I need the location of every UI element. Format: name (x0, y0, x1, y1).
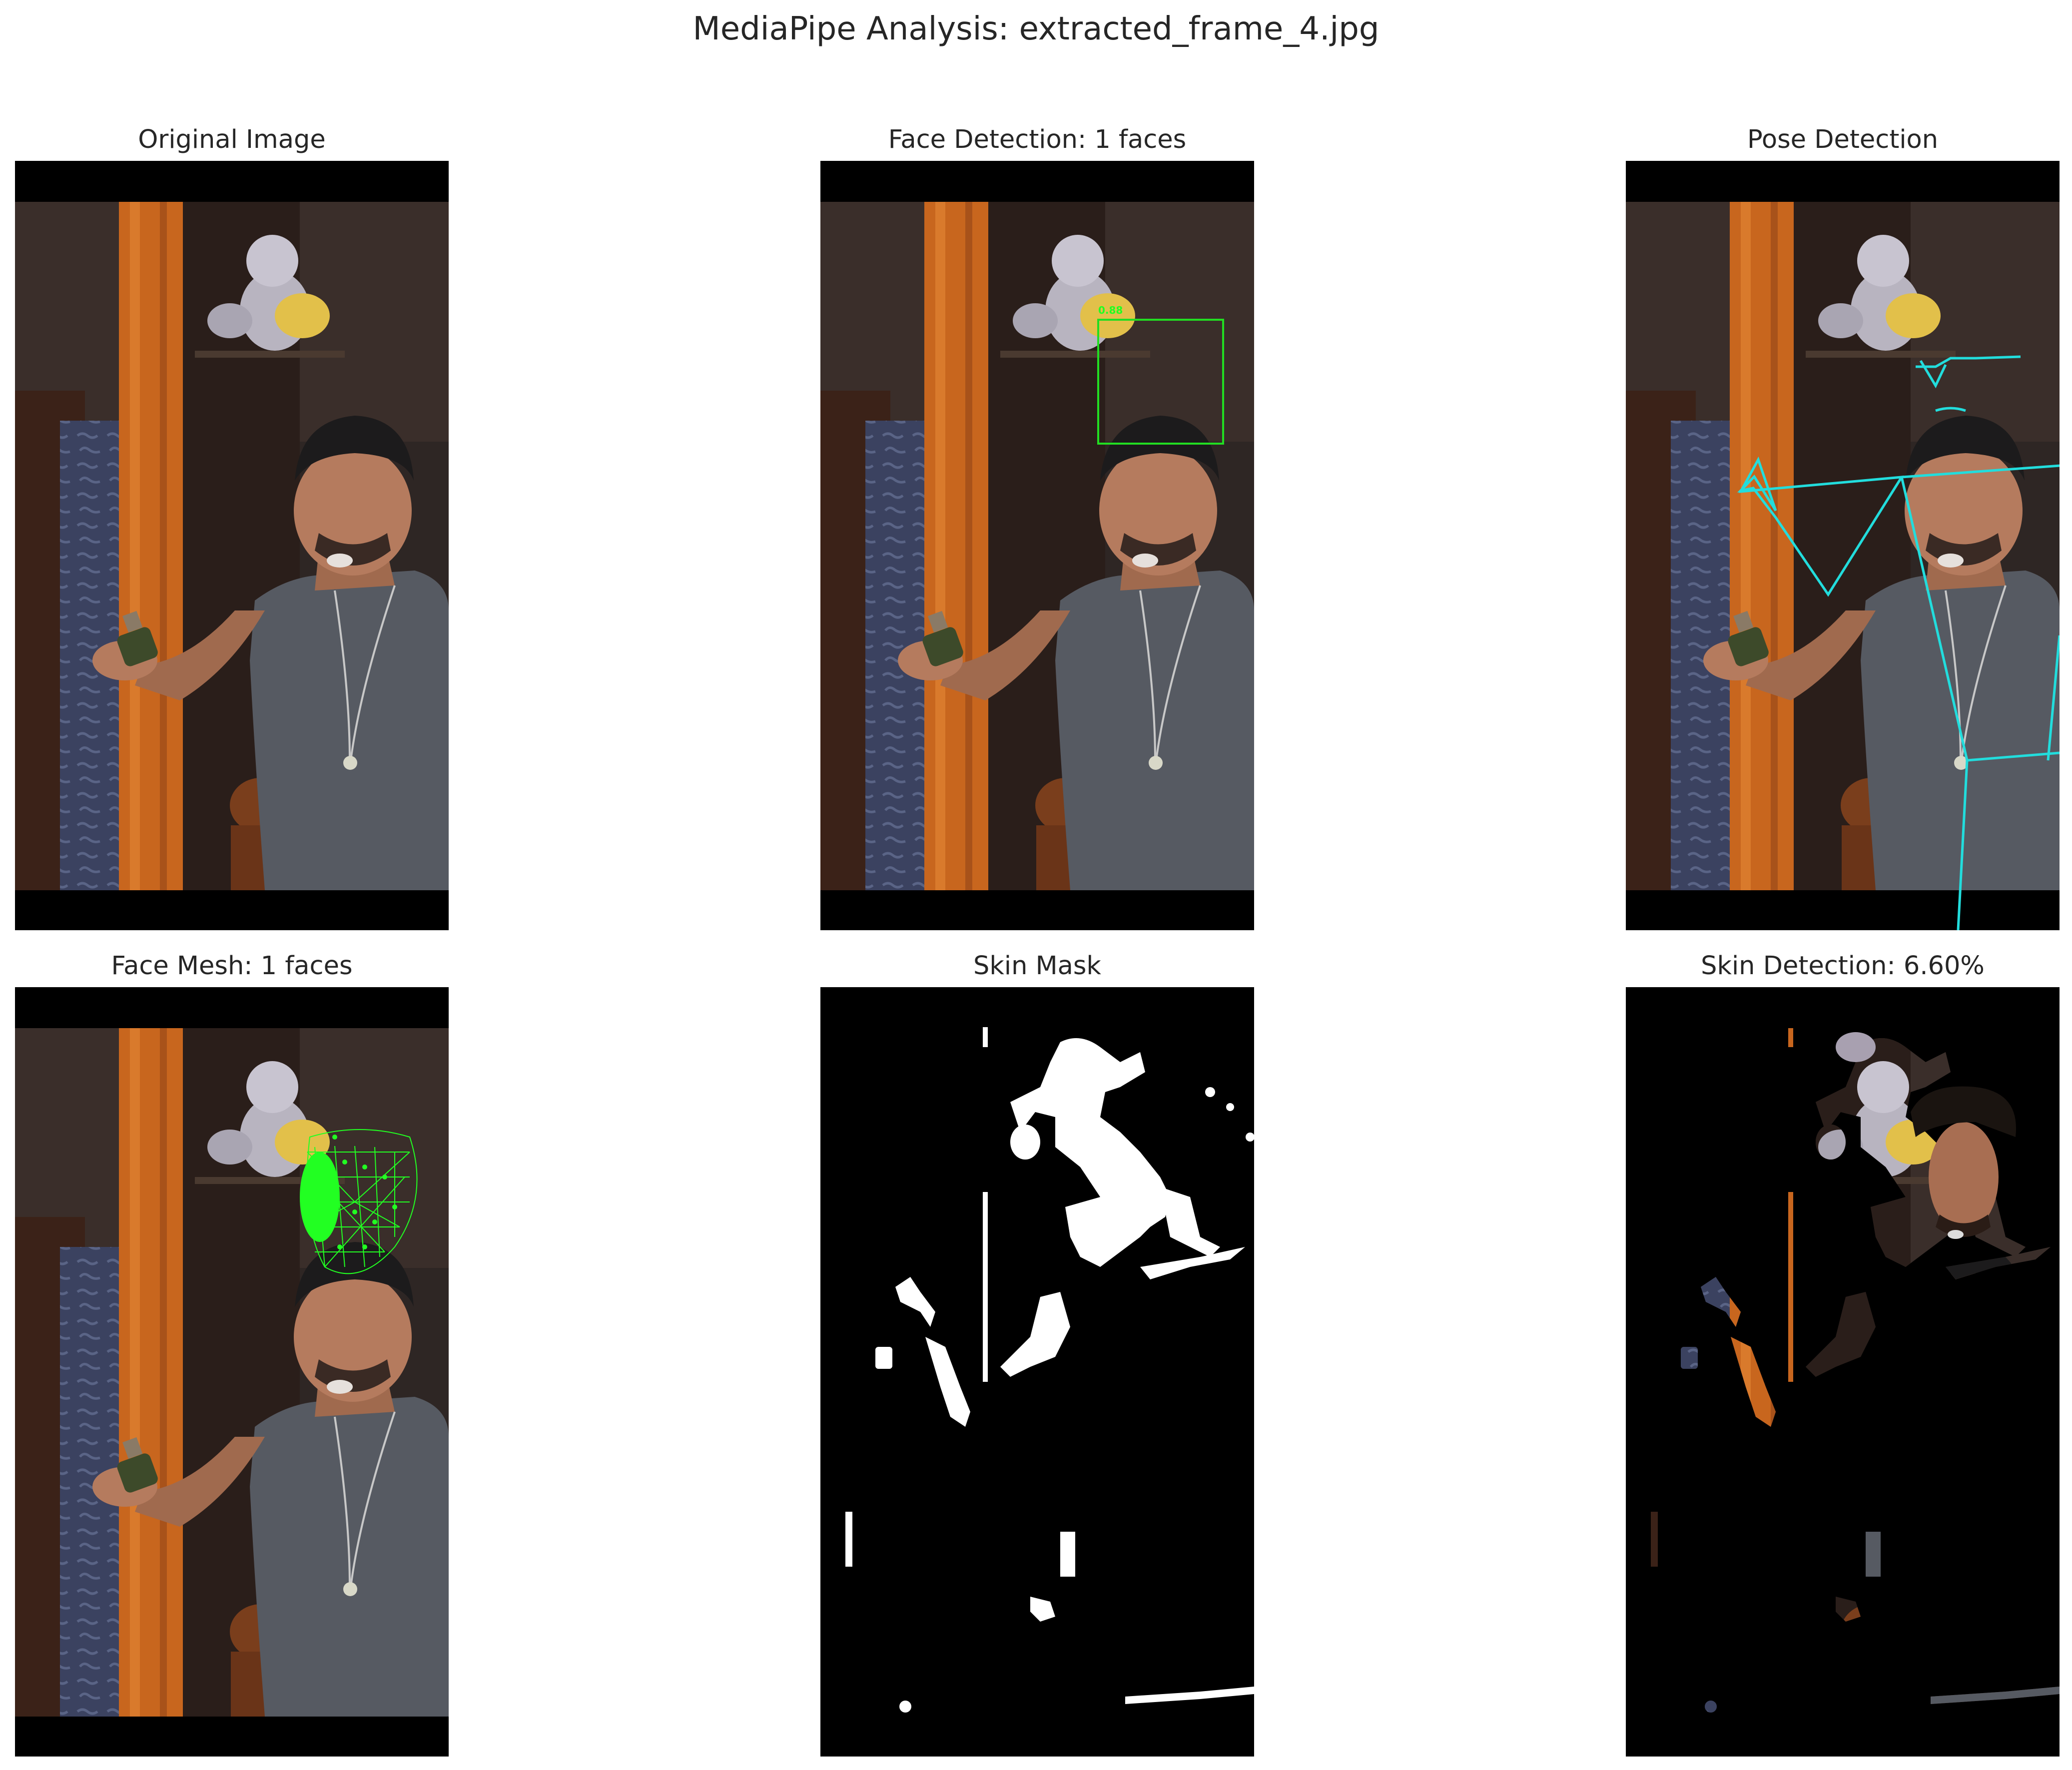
skin-detection-image (1626, 987, 2060, 1757)
panel-title-skin-detection: Skin Detection: 6.60% (1701, 951, 1985, 981)
original-image (15, 161, 449, 930)
skin-detection-panel (1626, 987, 2060, 1757)
face-detection-image: 0.88 (820, 161, 1254, 930)
figure-title: MediaPipe Analysis: extracted_frame_4.jp… (692, 10, 1380, 47)
face-mesh-panel (15, 987, 449, 1757)
panel-title-pose-detection: Pose Detection (1747, 125, 1939, 154)
skin-mask-panel (820, 987, 1254, 1757)
panel-title-original: Original Image (138, 125, 326, 154)
skin-mask-image (820, 987, 1254, 1757)
original-image-panel (15, 161, 449, 930)
pose-detection-panel (1626, 161, 2060, 930)
face-mesh-image (15, 987, 449, 1757)
face-confidence-label: 0.88 (1098, 304, 1123, 316)
panel-title-face-detection: Face Detection: 1 faces (888, 125, 1187, 154)
pose-detection-image (1626, 161, 2060, 930)
panel-title-face-mesh: Face Mesh: 1 faces (111, 951, 353, 981)
panel-title-skin-mask: Skin Mask (973, 951, 1101, 981)
face-detection-panel: 0.88 (820, 161, 1254, 930)
